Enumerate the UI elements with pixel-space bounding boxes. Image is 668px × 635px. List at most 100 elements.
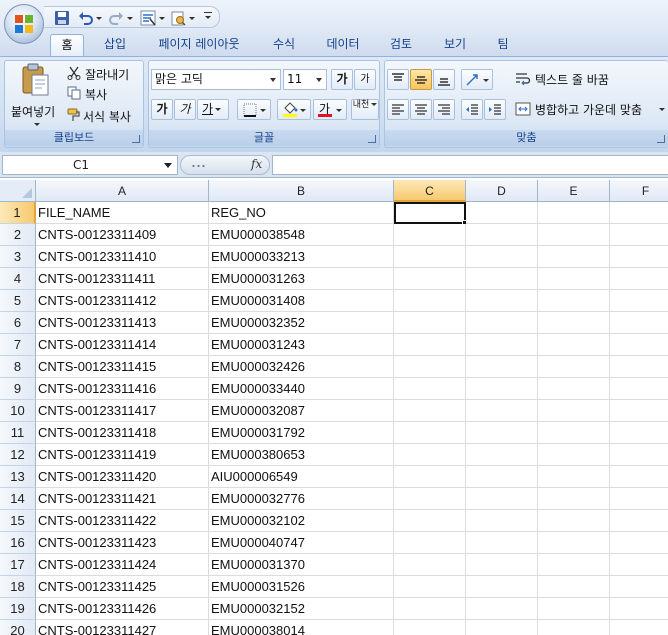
cell-c[interactable] xyxy=(394,356,466,378)
cell-f[interactable] xyxy=(610,598,668,620)
row-header[interactable]: 8 xyxy=(0,356,36,378)
cell-d[interactable] xyxy=(466,356,538,378)
cell-d[interactable] xyxy=(466,554,538,576)
cell-c[interactable] xyxy=(394,334,466,356)
cell-c[interactable] xyxy=(394,444,466,466)
resize-handle-icon[interactable] xyxy=(191,164,207,168)
cell-b[interactable]: EMU000032426 xyxy=(209,356,394,378)
cell-e[interactable] xyxy=(538,620,610,635)
column-header-e[interactable]: E xyxy=(538,180,610,202)
cell-c[interactable] xyxy=(394,400,466,422)
cell-a[interactable]: CNTS-00123311416 xyxy=(36,378,209,400)
cell-f[interactable] xyxy=(610,554,668,576)
cell-c[interactable] xyxy=(394,620,466,635)
row-header[interactable]: 17 xyxy=(0,554,36,576)
cell-a[interactable]: CNTS-00123311422 xyxy=(36,510,209,532)
cell-e[interactable] xyxy=(538,532,610,554)
tab-review[interactable]: 검토 xyxy=(380,34,422,56)
cell-e[interactable] xyxy=(538,510,610,532)
cell-b[interactable]: EMU000033213 xyxy=(209,246,394,268)
tab-home[interactable]: 홈 xyxy=(50,34,84,56)
cell-e[interactable] xyxy=(538,246,610,268)
row-header[interactable]: 20 xyxy=(0,620,36,635)
cell-b[interactable]: EMU000031243 xyxy=(209,334,394,356)
tab-page-layout[interactable]: 페이지 레이아웃 xyxy=(148,34,250,56)
cell-f[interactable] xyxy=(610,532,668,554)
cell-b[interactable]: EMU000033440 xyxy=(209,378,394,400)
cell-c[interactable] xyxy=(394,510,466,532)
undo-icon[interactable] xyxy=(78,10,94,26)
cell-f[interactable] xyxy=(610,488,668,510)
cell-e[interactable] xyxy=(538,202,610,224)
cell-a[interactable]: CNTS-00123311417 xyxy=(36,400,209,422)
cell-b[interactable]: EMU000031526 xyxy=(209,576,394,598)
column-header-b[interactable]: B xyxy=(209,180,394,202)
decrease-indent-button[interactable] xyxy=(461,99,483,120)
increase-indent-button[interactable] xyxy=(484,99,506,120)
align-top-button[interactable] xyxy=(387,69,409,90)
cell-d[interactable] xyxy=(466,532,538,554)
paste-button[interactable]: 붙여넣기 xyxy=(7,63,63,129)
row-header[interactable]: 2 xyxy=(0,224,36,246)
cell-a[interactable]: FILE_NAME xyxy=(36,202,209,224)
cell-a[interactable]: CNTS-00123311421 xyxy=(36,488,209,510)
cell-b[interactable]: EMU000031370 xyxy=(209,554,394,576)
cell-c[interactable] xyxy=(394,224,466,246)
cell-d[interactable] xyxy=(466,290,538,312)
column-header-d[interactable]: D xyxy=(466,180,538,202)
cell-f[interactable] xyxy=(610,268,668,290)
cell-d[interactable] xyxy=(466,224,538,246)
font-launcher-icon[interactable] xyxy=(368,135,376,143)
row-header[interactable]: 11 xyxy=(0,422,36,444)
cell-c[interactable] xyxy=(394,378,466,400)
cell-b[interactable]: EMU000040747 xyxy=(209,532,394,554)
cell-b[interactable]: EMU000031792 xyxy=(209,422,394,444)
align-center-button[interactable] xyxy=(410,99,432,120)
cell-a[interactable]: CNTS-00123311410 xyxy=(36,246,209,268)
wrap-text-button[interactable]: 텍스트 줄 바꿈 xyxy=(513,69,663,89)
cell-e[interactable] xyxy=(538,422,610,444)
cell-a[interactable]: CNTS-00123311415 xyxy=(36,356,209,378)
cell-a[interactable]: CNTS-00123311412 xyxy=(36,290,209,312)
cell-f[interactable] xyxy=(610,576,668,598)
copy-button[interactable]: 복사 xyxy=(65,85,141,103)
orientation-button[interactable] xyxy=(461,69,493,90)
cell-a[interactable]: CNTS-00123311418 xyxy=(36,422,209,444)
column-header-f[interactable]: F xyxy=(610,180,668,202)
row-header[interactable]: 14 xyxy=(0,488,36,510)
column-header-c[interactable]: C xyxy=(394,180,466,202)
row-header[interactable]: 3 xyxy=(0,246,36,268)
cell-e[interactable] xyxy=(538,554,610,576)
cell-c[interactable] xyxy=(394,576,466,598)
cell-f[interactable] xyxy=(610,356,668,378)
customize-toolbar-icon[interactable] xyxy=(205,16,211,19)
row-header[interactable]: 13 xyxy=(0,466,36,488)
name-box[interactable]: C1 xyxy=(2,155,178,175)
cell-e[interactable] xyxy=(538,334,610,356)
fill-color-button[interactable] xyxy=(277,99,311,120)
cell-f[interactable] xyxy=(610,422,668,444)
cell-b[interactable]: EMU000380653 xyxy=(209,444,394,466)
tab-data[interactable]: 데이터 xyxy=(318,34,368,56)
cell-d[interactable] xyxy=(466,268,538,290)
cell-e[interactable] xyxy=(538,378,610,400)
cell-e[interactable] xyxy=(538,268,610,290)
cell-f[interactable] xyxy=(610,444,668,466)
cell-f[interactable] xyxy=(610,510,668,532)
cell-d[interactable] xyxy=(466,444,538,466)
active-cell[interactable] xyxy=(394,202,466,224)
cell-b[interactable]: AIU000006549 xyxy=(209,466,394,488)
cut-button[interactable]: 잘라내기 xyxy=(65,65,141,83)
cell-a[interactable]: CNTS-00123311424 xyxy=(36,554,209,576)
cell-e[interactable] xyxy=(538,444,610,466)
cell-d[interactable] xyxy=(466,576,538,598)
cell-a[interactable]: CNTS-00123311419 xyxy=(36,444,209,466)
tab-formulas[interactable]: 수식 xyxy=(262,34,306,56)
cell-b[interactable]: EMU000031263 xyxy=(209,268,394,290)
cell-d[interactable] xyxy=(466,202,538,224)
cell-d[interactable] xyxy=(466,620,538,635)
cell-e[interactable] xyxy=(538,466,610,488)
row-header[interactable]: 9 xyxy=(0,378,36,400)
borders-button[interactable] xyxy=(237,99,271,120)
format-painter-button[interactable]: 서식 복사 xyxy=(65,107,143,125)
